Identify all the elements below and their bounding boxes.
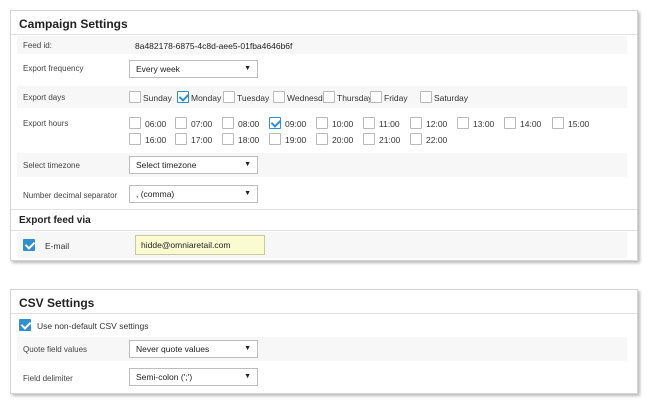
triangle-down-icon: ▼ <box>244 345 251 352</box>
day-label: Thursday <box>337 93 373 103</box>
title-divider <box>11 34 637 35</box>
export-frequency-select[interactable]: Every week ▼ <box>129 60 258 78</box>
campaign-settings-title: Campaign Settings <box>19 17 128 31</box>
non-default-csv-label: Use non-default CSV settings <box>37 321 149 331</box>
hour-label: 19:00 <box>285 135 307 145</box>
hour-label: 08:00 <box>238 119 260 129</box>
field-delimiter-value: Semi-colon (';') <box>136 372 193 382</box>
section-divider <box>11 230 637 231</box>
triangle-down-icon: ▼ <box>244 161 251 168</box>
export-frequency-row: Export frequency Every week ▼ <box>17 58 627 80</box>
day-checkbox-tuesday[interactable] <box>223 91 235 103</box>
title-divider <box>11 313 637 314</box>
hour-label: 22:00 <box>426 135 448 145</box>
hour-checkbox-1300[interactable] <box>457 117 469 129</box>
decimal-separator-value: , (comma) <box>136 189 175 199</box>
export-frequency-value: Every week <box>136 64 180 74</box>
feed-id-value: 8a482178-6875-4c8d-aee5-01fba4646b6f <box>135 41 293 51</box>
day-checkbox-thursday[interactable] <box>323 91 335 103</box>
export-feed-via-title: Export feed via <box>19 215 91 226</box>
export-days-label: Export days <box>23 93 66 102</box>
hour-checkbox-1400[interactable] <box>504 117 516 129</box>
decimal-separator-label: Number decimal separator <box>23 191 118 200</box>
quote-field-value: Never quote values <box>136 344 210 354</box>
export-frequency-label: Export frequency <box>23 64 84 73</box>
email-checkbox[interactable] <box>23 239 35 251</box>
hour-checkbox-0600[interactable] <box>129 117 141 129</box>
hour-label: 15:00 <box>568 119 590 129</box>
hour-label: 09:00 <box>285 119 307 129</box>
non-default-csv-checkbox[interactable] <box>19 319 31 331</box>
export-days-row: Export days Sunday Monday Tuesday Wednesday… <box>17 86 627 108</box>
section-divider <box>11 209 637 210</box>
day-label: Monday <box>191 93 222 103</box>
hour-label: 12:00 <box>426 119 448 129</box>
day-checkbox-monday[interactable] <box>177 91 189 103</box>
campaign-settings-panel: Campaign Settings Feed id: 8a482178-6875… <box>10 10 638 261</box>
day-checkbox-saturday[interactable] <box>420 91 432 103</box>
field-delimiter-select[interactable]: Semi-colon (';') ▼ <box>129 368 258 386</box>
hour-label: 13:00 <box>473 119 495 129</box>
hour-checkbox-1900[interactable] <box>269 133 281 145</box>
day-label: Saturday <box>434 93 469 103</box>
day-checkbox-friday[interactable] <box>370 91 382 103</box>
hour-label: 06:00 <box>145 119 167 129</box>
feed-id-label: Feed id: <box>23 41 52 50</box>
field-delimiter-label: Field delimiter <box>23 374 73 383</box>
timezone-select[interactable]: Select timezone ▼ <box>129 156 258 174</box>
hour-checkbox-1000[interactable] <box>316 117 328 129</box>
hour-label: 18:00 <box>238 135 260 145</box>
email-input[interactable]: hidde@omniaretail.com <box>135 235 265 255</box>
quote-field-select[interactable]: Never quote values ▼ <box>129 340 258 358</box>
csv-settings-panel: CSV Settings Use non-default CSV setting… <box>10 289 638 394</box>
feed-id-row: Feed id: 8a482178-6875-4c8d-aee5-01fba46… <box>17 36 627 54</box>
hour-checkbox-2100[interactable] <box>363 133 375 145</box>
non-default-csv-row: Use non-default CSV settings <box>17 315 627 335</box>
hour-checkbox-0700[interactable] <box>175 117 187 129</box>
hour-label: 14:00 <box>520 119 542 129</box>
hour-label: 20:00 <box>332 135 354 145</box>
hour-label: 10:00 <box>332 119 354 129</box>
field-delimiter-row: Field delimiter Semi-colon (';') ▼ <box>17 366 627 390</box>
hour-checkbox-1200[interactable] <box>410 117 422 129</box>
hour-label: 11:00 <box>379 119 400 129</box>
timezone-label: Select timezone <box>23 161 80 170</box>
hour-checkbox-2200[interactable] <box>410 133 422 145</box>
day-label: Tuesday <box>237 93 270 103</box>
hour-label: 21:00 <box>379 135 401 145</box>
triangle-down-icon: ▼ <box>244 65 251 72</box>
hour-checkbox-0800[interactable] <box>222 117 234 129</box>
hour-label: 17:00 <box>191 135 213 145</box>
hour-checkbox-2000[interactable] <box>316 133 328 145</box>
quote-field-row: Quote field values Never quote values ▼ <box>17 337 627 361</box>
day-label: Sunday <box>143 93 172 103</box>
hour-checkbox-1700[interactable] <box>175 133 187 145</box>
timezone-value: Select timezone <box>136 160 197 170</box>
hour-label: 16:00 <box>145 135 167 145</box>
day-label: Friday <box>384 93 408 103</box>
export-hours-row: Export hours 06:00 07:00 08:00 09:00 10:00 11… <box>17 113 627 151</box>
decimal-separator-row: Number decimal separator , (comma) ▼ <box>17 183 627 207</box>
timezone-row: Select timezone Select timezone ▼ <box>17 153 627 177</box>
hour-checkbox-1800[interactable] <box>222 133 234 145</box>
email-row: E-mail hidde@omniaretail.com <box>17 232 627 258</box>
triangle-down-icon: ▼ <box>244 373 251 380</box>
hour-checkbox-1600[interactable] <box>129 133 141 145</box>
csv-settings-title: CSV Settings <box>19 296 95 310</box>
hour-checkbox-0900[interactable] <box>269 117 281 129</box>
hour-checkbox-1100[interactable] <box>363 117 375 129</box>
day-checkbox-wednesday[interactable] <box>273 91 285 103</box>
hour-checkbox-1500[interactable] <box>552 117 564 129</box>
hour-label: 07:00 <box>191 119 213 129</box>
quote-field-label: Quote field values <box>23 345 88 354</box>
day-checkbox-sunday[interactable] <box>129 91 141 103</box>
triangle-down-icon: ▼ <box>244 190 251 197</box>
email-label: E-mail <box>45 241 70 251</box>
decimal-separator-select[interactable]: , (comma) ▼ <box>129 185 258 203</box>
email-input-value: hidde@omniaretail.com <box>141 240 231 250</box>
export-hours-label: Export hours <box>23 119 69 128</box>
